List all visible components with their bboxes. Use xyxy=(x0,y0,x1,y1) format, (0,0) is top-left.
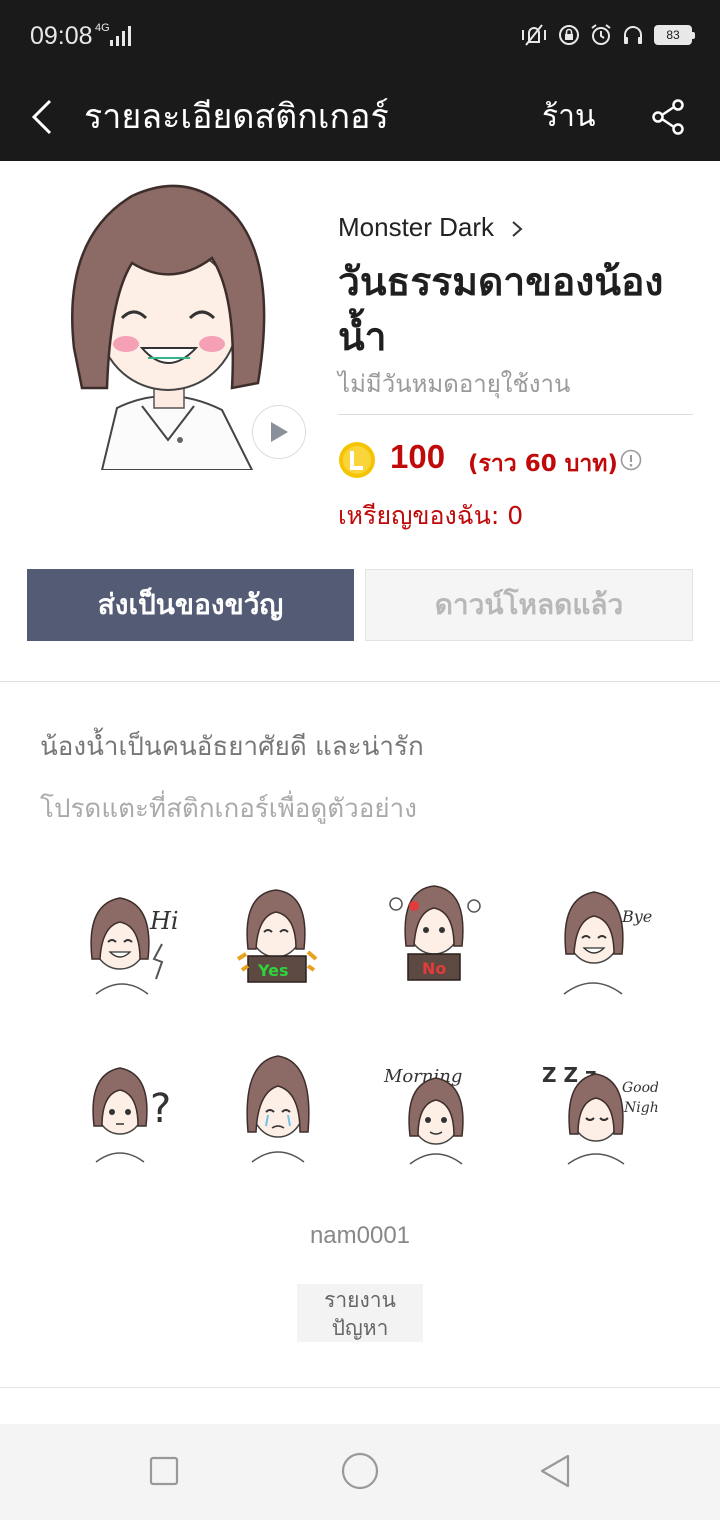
app-bar: รายละเอียดสติกเกอร์ ร้าน xyxy=(0,75,720,161)
downloaded-button[interactable]: ดาวน์โหลดแล้ว xyxy=(365,569,693,641)
square-icon xyxy=(149,1456,179,1486)
headphones-icon xyxy=(624,26,642,44)
share-button[interactable] xyxy=(648,87,688,147)
svg-text:Yes: Yes xyxy=(257,961,289,980)
svg-text:Night: Night xyxy=(623,1100,658,1116)
section-divider xyxy=(0,681,720,682)
sticker-bye[interactable]: Bye xyxy=(538,884,658,1004)
sticker-morning[interactable]: Morning xyxy=(374,1052,494,1172)
back-button[interactable] xyxy=(22,87,62,147)
info-divider xyxy=(338,414,693,415)
sticker-yes[interactable]: Yes xyxy=(218,884,338,1004)
tap-hint-text: โปรดแตะที่สติกเกอร์เพื่อดูตัวอย่าง xyxy=(40,794,417,824)
page-title: รายละเอียดสติกเกอร์ xyxy=(84,97,389,137)
status-icons: 83 xyxy=(520,22,695,48)
svg-text:Hi: Hi xyxy=(149,907,179,935)
main-sticker-image[interactable] xyxy=(62,178,274,470)
signal-icon xyxy=(110,26,131,46)
info-icon[interactable] xyxy=(620,449,642,471)
share-icon xyxy=(652,99,684,135)
bottom-divider xyxy=(0,1387,720,1388)
my-coins-text: เหรียญของฉัน: 0 xyxy=(338,501,524,530)
shop-link[interactable]: ร้าน xyxy=(542,87,595,147)
triangle-back-icon xyxy=(540,1454,570,1488)
sticker-question[interactable]: ? xyxy=(62,1052,182,1172)
creator-id: nam0001 xyxy=(309,1222,411,1249)
coin-icon xyxy=(339,442,375,478)
battery-indicator: 83 xyxy=(654,25,695,45)
sticker-good-night[interactable]: Z Z z Good Night xyxy=(538,1052,658,1172)
report-problem-button[interactable]: รายงานปัญหา xyxy=(297,1284,423,1342)
vibrate-icon xyxy=(522,24,546,46)
recent-apps-button[interactable] xyxy=(139,1446,189,1496)
price-approx: (ราว 60 บาท) xyxy=(468,451,618,477)
svg-text:Good: Good xyxy=(622,1080,658,1096)
price-value: 100 xyxy=(390,438,446,475)
sticker-no[interactable]: No xyxy=(374,884,494,1004)
svg-text:Bye: Bye xyxy=(621,907,652,926)
alarm-icon xyxy=(591,24,611,45)
sticker-hi[interactable]: Hi xyxy=(62,884,182,1004)
sticker-crying[interactable] xyxy=(218,1052,338,1172)
send-as-gift-button[interactable]: ส่งเป็นของขวัญ xyxy=(27,569,354,641)
author-link[interactable]: Monster Dark xyxy=(338,212,494,243)
sticker-title: วันธรรมดาของน้องน้ำ xyxy=(338,260,664,360)
status-bar: 09:08 4G 83 xyxy=(0,0,720,75)
play-icon xyxy=(271,422,288,442)
svg-text:?: ? xyxy=(150,1086,171,1132)
validity-text: ไม่มีวันหมดอายุใช้งาน xyxy=(338,370,571,398)
back-arrow-icon xyxy=(31,99,52,135)
svg-text:No: No xyxy=(422,959,446,978)
system-nav-bar xyxy=(0,1424,720,1520)
description-text: น้องน้ำเป็นคนอัธยาศัยดี และน่ารัก xyxy=(40,732,424,762)
lock-rotation-icon xyxy=(559,25,579,45)
network-type: 4G xyxy=(95,22,110,34)
status-time: 09:08 xyxy=(30,22,93,50)
play-preview-button[interactable] xyxy=(252,405,306,459)
chevron-right-icon xyxy=(512,221,523,237)
back-nav-button[interactable] xyxy=(530,1446,580,1496)
circle-icon xyxy=(341,1452,379,1490)
home-button[interactable] xyxy=(335,1446,385,1496)
